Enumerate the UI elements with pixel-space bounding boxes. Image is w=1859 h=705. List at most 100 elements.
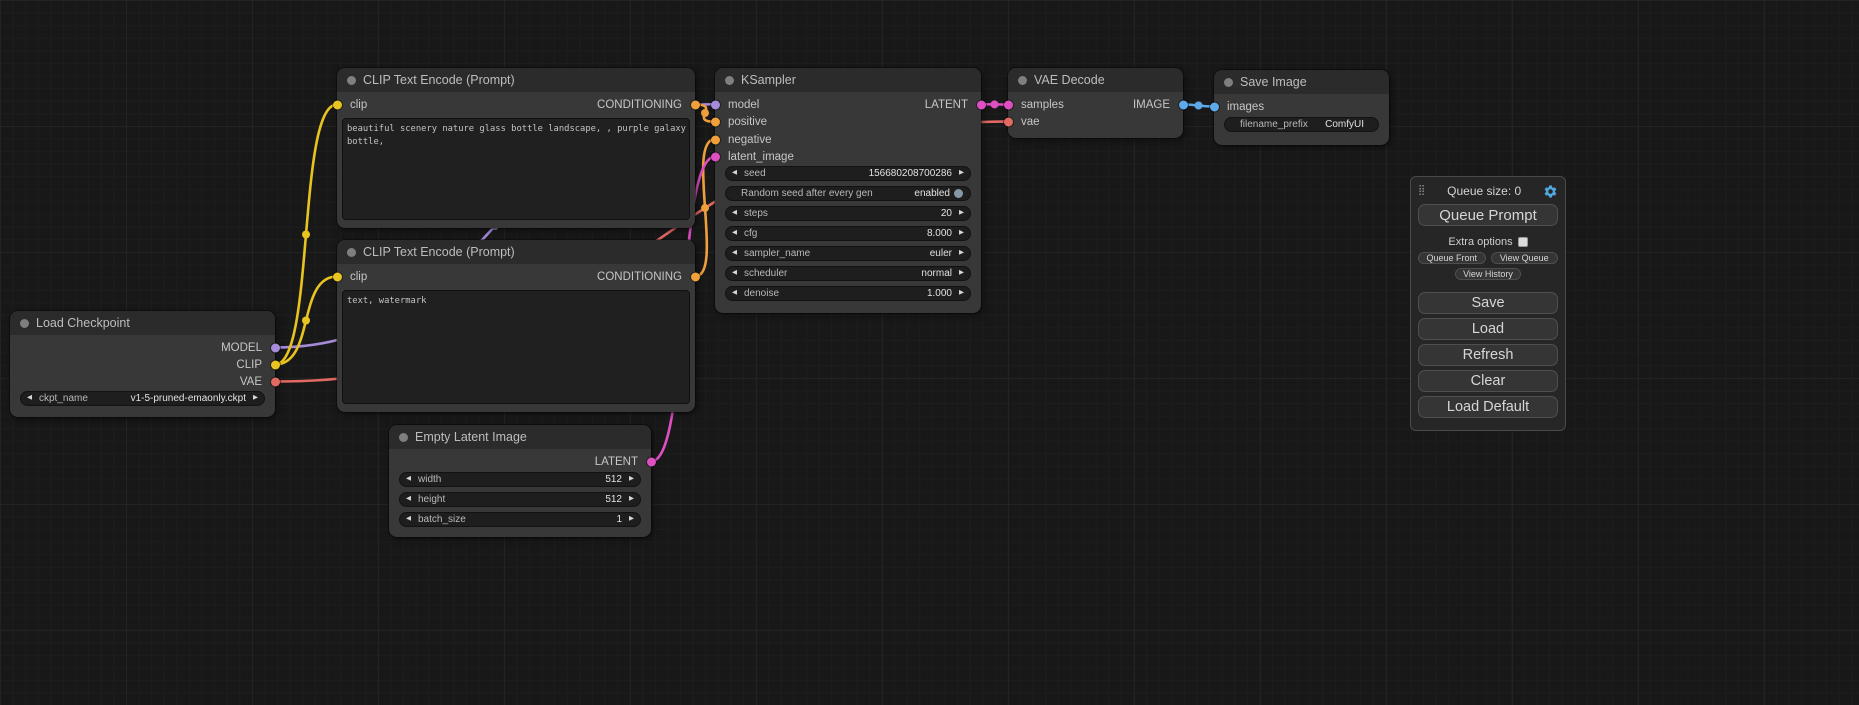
collapse-dot-icon[interactable] (20, 319, 29, 328)
node-header[interactable]: KSampler (715, 68, 981, 92)
increment-arrow-icon[interactable]: ▶ (629, 516, 634, 523)
prompt-textarea[interactable]: beautiful scenery nature glass bottle la… (342, 118, 690, 220)
increment-arrow-icon[interactable]: ▶ (959, 170, 964, 177)
random-seed-toggle[interactable]: Random seed after every gen enabled (725, 186, 971, 201)
height-stepper[interactable]: ◀ height 512 ▶ (399, 492, 641, 507)
collapse-dot-icon[interactable] (725, 76, 734, 85)
input-label-clip: clip (350, 99, 367, 111)
port-clip-input[interactable] (333, 272, 342, 281)
node-graph-canvas[interactable]: Load Checkpoint MODEL CLIP VAE ◀ ckpt_na… (0, 0, 1859, 705)
port-image-output[interactable] (1179, 100, 1188, 109)
widget-value: ComfyUI (1325, 119, 1364, 130)
node-header[interactable]: Load Checkpoint (10, 311, 275, 335)
steps-stepper[interactable]: ◀ steps 20 ▶ (725, 206, 971, 221)
view-history-button[interactable]: View History (1455, 268, 1521, 280)
queue-prompt-button[interactable]: Queue Prompt (1418, 204, 1558, 226)
width-stepper[interactable]: ◀ width 512 ▶ (399, 472, 641, 487)
increment-arrow-icon[interactable]: ▶ (959, 230, 964, 237)
port-clip-output[interactable] (271, 360, 280, 369)
decrement-arrow-icon[interactable]: ◀ (732, 250, 737, 257)
port-model-input[interactable] (711, 100, 720, 109)
wire-midpoint-dot (1195, 102, 1203, 110)
port-positive-input[interactable] (711, 118, 720, 127)
toggle-dot-icon[interactable] (954, 189, 963, 198)
refresh-button[interactable]: Refresh (1418, 344, 1558, 366)
port-latent-output[interactable] (647, 457, 656, 466)
save-button[interactable]: Save (1418, 292, 1558, 314)
node-clip-text-encode-negative[interactable]: CLIP Text Encode (Prompt) clip CONDITION… (337, 240, 695, 412)
increment-arrow-icon[interactable]: ▶ (959, 210, 964, 217)
ckpt-name-combo[interactable]: ◀ ckpt_name v1-5-pruned-emaonly.ckpt ▶ (20, 391, 265, 406)
seed-stepper[interactable]: ◀ seed 156680208700286 ▶ (725, 166, 971, 181)
node-header[interactable]: CLIP Text Encode (Prompt) (337, 240, 695, 264)
collapse-dot-icon[interactable] (347, 248, 356, 257)
port-conditioning-output[interactable] (691, 100, 700, 109)
collapse-dot-icon[interactable] (347, 76, 356, 85)
increment-arrow-icon[interactable]: ▶ (959, 250, 964, 257)
node-header[interactable]: CLIP Text Encode (Prompt) (337, 68, 695, 92)
decrement-arrow-icon[interactable]: ◀ (732, 270, 737, 277)
load-button[interactable]: Load (1418, 318, 1558, 340)
decrement-arrow-icon[interactable]: ◀ (732, 210, 737, 217)
clear-button[interactable]: Clear (1418, 370, 1558, 392)
port-clip-input[interactable] (333, 100, 342, 109)
decrement-arrow-icon[interactable]: ◀ (732, 170, 737, 177)
widget-value: 156680208700286 (869, 168, 952, 179)
widget-label: width (418, 474, 441, 485)
input-label-clip: clip (350, 271, 367, 283)
increment-arrow-icon[interactable]: ▶ (629, 496, 634, 503)
increment-arrow-icon[interactable]: ▶ (629, 476, 634, 483)
batch-size-stepper[interactable]: ◀ batch_size 1 ▶ (399, 512, 641, 527)
node-title: CLIP Text Encode (Prompt) (363, 245, 515, 259)
node-clip-text-encode-positive[interactable]: CLIP Text Encode (Prompt) clip CONDITION… (337, 68, 695, 228)
filename-prefix-field[interactable]: filename_prefix ComfyUI (1224, 117, 1379, 132)
node-save-image[interactable]: Save Image images filename_prefix ComfyU… (1214, 70, 1389, 145)
port-latent-image-input[interactable] (711, 153, 720, 162)
widget-value: 1.000 (927, 288, 952, 299)
collapse-dot-icon[interactable] (399, 433, 408, 442)
port-vae-output[interactable] (271, 377, 280, 386)
port-latent-output[interactable] (977, 100, 986, 109)
decrement-arrow-icon[interactable]: ◀ (27, 395, 32, 402)
view-queue-button[interactable]: View Queue (1491, 252, 1559, 264)
node-header[interactable]: Save Image (1214, 70, 1389, 94)
node-vae-decode[interactable]: VAE Decode samples IMAGE vae (1008, 68, 1183, 138)
increment-arrow-icon[interactable]: ▶ (959, 290, 964, 297)
increment-arrow-icon[interactable]: ▶ (959, 270, 964, 277)
slot-row: vae (1008, 113, 1183, 130)
node-load-checkpoint[interactable]: Load Checkpoint MODEL CLIP VAE ◀ ckpt_na… (10, 311, 275, 417)
load-default-button[interactable]: Load Default (1418, 396, 1558, 418)
denoise-stepper[interactable]: ◀ denoise 1.000 ▶ (725, 286, 971, 301)
decrement-arrow-icon[interactable]: ◀ (406, 516, 411, 523)
port-conditioning-output[interactable] (691, 272, 700, 281)
port-negative-input[interactable] (711, 135, 720, 144)
scheduler-combo[interactable]: ◀ scheduler normal ▶ (725, 266, 971, 281)
extra-options-checkbox[interactable] (1518, 237, 1528, 247)
drag-handle-icon[interactable]: ⣿ (1418, 186, 1425, 196)
port-model-output[interactable] (271, 343, 280, 352)
port-samples-input[interactable] (1004, 100, 1013, 109)
decrement-arrow-icon[interactable]: ◀ (406, 476, 411, 483)
decrement-arrow-icon[interactable]: ◀ (732, 290, 737, 297)
output-label-model: MODEL (221, 342, 262, 354)
port-vae-input[interactable] (1004, 117, 1013, 126)
node-header[interactable]: VAE Decode (1008, 68, 1183, 92)
prompt-textarea[interactable]: text, watermark (342, 290, 690, 404)
increment-arrow-icon[interactable]: ▶ (253, 395, 258, 402)
port-images-input[interactable] (1210, 102, 1219, 111)
node-header[interactable]: Empty Latent Image (389, 425, 651, 449)
collapse-dot-icon[interactable] (1224, 78, 1233, 87)
cfg-stepper[interactable]: ◀ cfg 8.000 ▶ (725, 226, 971, 241)
node-ksampler[interactable]: KSampler model LATENT positive negative … (715, 68, 981, 313)
collapse-dot-icon[interactable] (1018, 76, 1027, 85)
slot-row: VAE (10, 373, 275, 390)
decrement-arrow-icon[interactable]: ◀ (406, 496, 411, 503)
slot-row: MODEL (10, 339, 275, 356)
decrement-arrow-icon[interactable]: ◀ (732, 230, 737, 237)
slot-row: latent_image (715, 149, 981, 167)
node-title: KSampler (741, 73, 796, 87)
queue-front-button[interactable]: Queue Front (1418, 252, 1486, 264)
settings-gear-icon[interactable] (1543, 184, 1558, 199)
sampler-name-combo[interactable]: ◀ sampler_name euler ▶ (725, 246, 971, 261)
node-empty-latent-image[interactable]: Empty Latent Image LATENT ◀ width 512 ▶ … (389, 425, 651, 537)
